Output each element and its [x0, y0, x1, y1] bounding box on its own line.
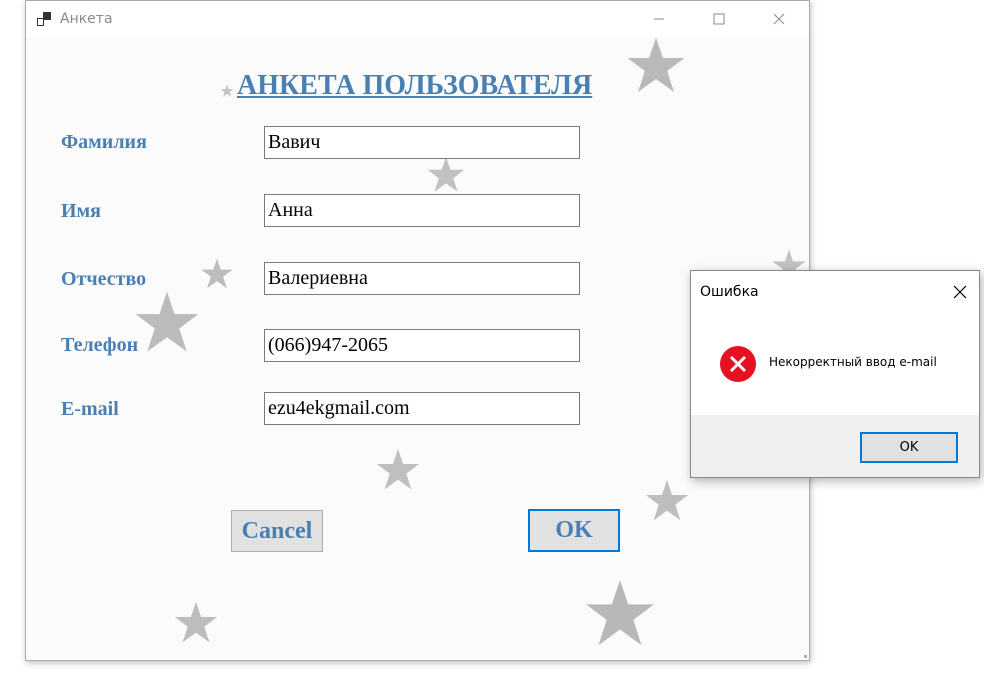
dialog-ok-button[interactable]: OK: [860, 432, 958, 463]
star-decoration: [201, 258, 233, 289]
close-icon: [953, 285, 967, 299]
maximize-button[interactable]: [696, 1, 742, 37]
dialog-message: Некорректный ввод e-mail: [769, 355, 937, 369]
star-decoration: [135, 291, 199, 352]
error-dialog: Ошибка Некорректный ввод e-mail OK: [690, 270, 980, 478]
star-decoration: [220, 84, 234, 97]
star-decoration: [174, 601, 218, 643]
dialog-title: Ошибка: [700, 284, 759, 300]
name-input[interactable]: [264, 194, 580, 227]
patronymic-input[interactable]: [264, 262, 580, 295]
star-decoration: [376, 448, 420, 490]
email-input[interactable]: [264, 392, 580, 425]
surname-label: Фамилия: [61, 131, 147, 153]
resize-grip[interactable]: [804, 655, 807, 658]
maximize-icon: [713, 13, 725, 25]
dialog-close-button[interactable]: [949, 281, 971, 303]
phone-label: Телефон: [61, 334, 139, 356]
close-icon: [773, 13, 785, 25]
dialog-footer: OK: [691, 415, 979, 477]
cancel-button[interactable]: Cancel: [231, 510, 323, 552]
error-icon: [719, 345, 757, 383]
star-decoration: [627, 37, 685, 93]
minimize-icon: [654, 18, 664, 20]
minimize-button[interactable]: [636, 1, 682, 37]
patronymic-label: Отчество: [61, 268, 147, 290]
title-bar[interactable]: Анкета: [26, 1, 809, 37]
ok-button[interactable]: OK: [528, 509, 620, 552]
surname-input[interactable]: [264, 126, 580, 159]
star-decoration: [585, 579, 655, 646]
app-window-icon: [36, 11, 52, 27]
phone-input[interactable]: [264, 329, 580, 362]
window-title: Анкета: [60, 11, 113, 27]
star-decoration: [427, 156, 465, 192]
page-title: АНКЕТА ПОЛЬЗОВАТЕЛЯ: [237, 70, 593, 101]
dialog-body: Некорректный ввод e-mail: [691, 315, 979, 415]
star-decoration: [645, 479, 689, 521]
email-label: E-mail: [61, 398, 119, 420]
name-label: Имя: [61, 200, 101, 222]
close-button[interactable]: [756, 1, 802, 37]
